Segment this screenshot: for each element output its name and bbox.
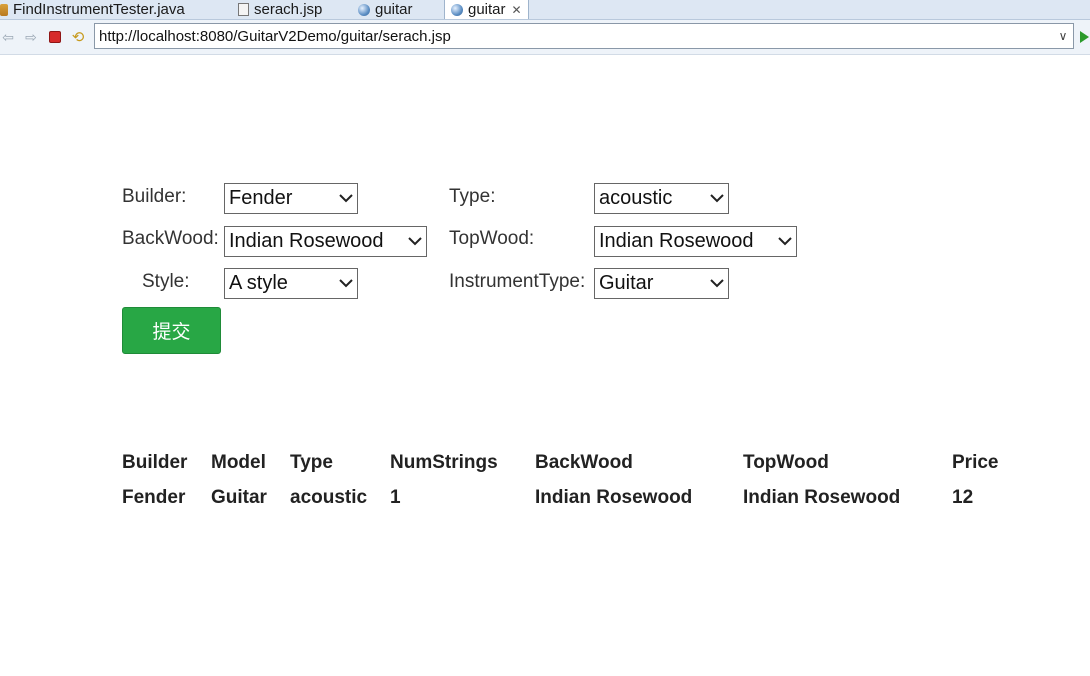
type-select-value: acoustic xyxy=(599,187,673,209)
cell-model: Guitar xyxy=(211,487,267,508)
cell-numstrings: 1 xyxy=(390,487,401,508)
forward-arrow-icon[interactable]: ⇨ xyxy=(23,29,39,45)
builder-select[interactable]: Fender xyxy=(224,183,358,214)
url-text[interactable]: http://localhost:8080/GuitarV2Demo/guita… xyxy=(95,28,1053,45)
cell-builder: Fender xyxy=(122,487,186,508)
close-icon[interactable]: ✕ xyxy=(512,3,522,17)
builder-label: Builder: xyxy=(122,186,187,207)
style-select[interactable]: A style xyxy=(224,268,358,299)
address-bar[interactable]: http://localhost:8080/GuitarV2Demo/guita… xyxy=(94,23,1074,49)
chevron-down-icon xyxy=(774,237,796,246)
instrumenttype-select-value: Guitar xyxy=(599,272,654,294)
header-backwood: BackWood xyxy=(535,452,633,473)
topwood-select[interactable]: Indian Rosewood xyxy=(594,226,797,257)
type-select[interactable]: acoustic xyxy=(594,183,729,214)
builder-select-value: Fender xyxy=(229,187,293,209)
cell-topwood: Indian Rosewood xyxy=(743,487,901,508)
tab-guitar[interactable]: guitar xyxy=(358,0,413,19)
browser-toolbar: ⇦ ⇨ ⟲ http://localhost:8080/GuitarV2Demo… xyxy=(0,20,1090,55)
tab-label: FindInstrumentTester.java xyxy=(13,1,185,18)
tab-findinstrumenttester-java[interactable]: FindInstrumentTester.java xyxy=(0,0,185,19)
style-label: Style: xyxy=(142,271,190,292)
type-label: Type: xyxy=(449,186,496,207)
header-numstrings: NumStrings xyxy=(390,452,498,473)
globe-icon xyxy=(451,3,463,16)
cell-type: acoustic xyxy=(290,487,368,508)
tab-serach-jsp[interactable]: serach.jsp xyxy=(238,0,322,19)
backwood-select[interactable]: Indian Rosewood xyxy=(224,226,427,257)
chevron-down-icon xyxy=(335,279,357,288)
backwood-select-value: Indian Rosewood xyxy=(229,230,384,252)
tab-label: guitar xyxy=(468,1,506,18)
back-arrow-icon[interactable]: ⇦ xyxy=(0,29,16,45)
style-select-value: A style xyxy=(229,272,288,294)
go-icon[interactable] xyxy=(1080,31,1089,43)
topwood-label: TopWood: xyxy=(449,228,535,249)
jsp-file-icon xyxy=(238,3,249,16)
tab-label: guitar xyxy=(375,1,413,18)
refresh-icon[interactable]: ⟲ xyxy=(70,29,86,46)
header-price: Price xyxy=(952,452,999,473)
editor-tab-bar: FindInstrumentTester.java serach.jsp gui… xyxy=(0,0,1090,20)
tab-guitar-active[interactable]: guitar ✕ xyxy=(444,0,529,19)
tab-label: serach.jsp xyxy=(254,1,323,18)
header-model: Model xyxy=(211,452,266,473)
header-builder: Builder xyxy=(122,452,188,473)
chevron-down-icon xyxy=(706,194,728,203)
header-type: Type xyxy=(290,452,333,473)
java-file-icon xyxy=(0,3,8,16)
chevron-down-icon xyxy=(404,237,426,246)
submit-button[interactable]: 提交 xyxy=(122,307,221,354)
instrumenttype-label: InstrumentType: xyxy=(449,271,586,292)
topwood-select-value: Indian Rosewood xyxy=(599,230,754,252)
stop-icon[interactable] xyxy=(47,29,63,45)
globe-icon xyxy=(358,3,370,16)
header-topwood: TopWood xyxy=(743,452,829,473)
instrumenttype-select[interactable]: Guitar xyxy=(594,268,729,299)
cell-price: 12 xyxy=(952,487,974,508)
chevron-down-icon xyxy=(706,279,728,288)
chevron-down-icon[interactable]: ∨ xyxy=(1053,29,1073,43)
chevron-down-icon xyxy=(335,194,357,203)
cell-backwood: Indian Rosewood xyxy=(535,487,693,508)
backwood-label: BackWood: xyxy=(122,228,219,249)
